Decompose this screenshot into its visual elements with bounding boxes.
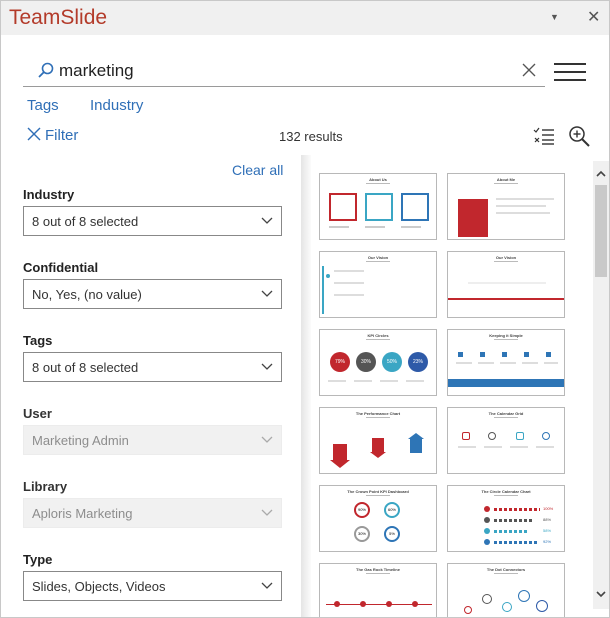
slide-thumbnail[interactable]: The Crown Point KPI Dashboard 90% 60% 30…	[319, 485, 437, 552]
user-value: Marketing Admin	[32, 433, 129, 448]
slide-thumbnail[interactable]: Our Vision	[447, 251, 565, 318]
library-dropdown: Aploris Marketing	[23, 498, 282, 528]
search-input[interactable]	[59, 59, 499, 83]
industry-label: Industry	[23, 187, 75, 202]
slide-title: About Us	[369, 177, 387, 182]
slide-title: The Gas Rock Timeline	[356, 567, 400, 572]
slide-thumbnail[interactable]: The Circle Calendar Chart 100% 88% 58% 9…	[447, 485, 565, 552]
filter-label: Filter	[45, 127, 79, 144]
slide-title: About Me	[496, 177, 516, 182]
tab-industry[interactable]: Industry	[90, 97, 143, 114]
library-label: Library	[23, 479, 68, 494]
slide-thumbnail[interactable]: The Dot Connectors	[447, 563, 565, 617]
slide-thumbnail[interactable]: The Performance Chart	[319, 407, 437, 474]
chevron-down-icon[interactable]	[596, 589, 606, 599]
slide-title: KPI Circles	[367, 333, 389, 338]
type-label: Type	[23, 552, 53, 567]
slide-thumbnail[interactable]: KPI Circles 79% 30% 50% 23%	[319, 329, 437, 396]
confidential-value: No, Yes, (no value)	[32, 287, 142, 302]
search-bar	[23, 57, 545, 87]
industry-dropdown[interactable]: 8 out of 8 selected	[23, 206, 282, 236]
results-count: 132 results	[279, 129, 343, 144]
chevron-down-icon	[261, 509, 273, 516]
type-value: Slides, Objects, Videos	[32, 579, 166, 594]
caret-down-icon[interactable]: ▼	[550, 12, 559, 22]
results-scrollbar[interactable]	[593, 161, 609, 609]
chevron-down-icon	[261, 217, 273, 224]
slide-title: The Circle Calendar Chart	[481, 489, 531, 494]
slide-thumbnail[interactable]: Keeping it Simple	[447, 329, 565, 396]
panel-divider	[301, 155, 311, 617]
slide-thumbnail[interactable]: About Me	[447, 173, 565, 240]
close-icon	[27, 127, 41, 141]
slide-title: Our Vision	[367, 255, 389, 260]
teamslide-window: TeamSlide ▼ ✕ Tags Industry Filter 132 r…	[0, 0, 610, 618]
tags-label: Tags	[23, 333, 53, 348]
tab-tags[interactable]: Tags	[27, 97, 59, 114]
library-value: Aploris Marketing	[32, 506, 133, 521]
chevron-down-icon	[261, 290, 273, 297]
confidential-dropdown[interactable]: No, Yes, (no value)	[23, 279, 282, 309]
slide-title: The Dot Connectors	[486, 567, 526, 572]
clear-icon[interactable]	[521, 62, 537, 78]
slide-thumbnail[interactable]: The Calendar Grid	[447, 407, 565, 474]
app-title: TeamSlide	[9, 6, 108, 29]
hamburger-menu-icon[interactable]	[554, 63, 586, 83]
slide-title: The Crown Point KPI Dashboard	[347, 489, 409, 494]
user-dropdown: Marketing Admin	[23, 425, 282, 455]
slide-title: Our Vision	[495, 255, 517, 260]
filter-button[interactable]: Filter	[27, 127, 78, 144]
slide-thumbnail[interactable]: About Us	[319, 173, 437, 240]
chevron-down-icon	[261, 582, 273, 589]
tags-dropdown[interactable]: 8 out of 8 selected	[23, 352, 282, 382]
chevron-up-icon[interactable]	[596, 169, 606, 179]
close-icon[interactable]: ✕	[587, 7, 600, 27]
slide-thumbnail[interactable]: The Gas Rock Timeline	[319, 563, 437, 617]
confidential-label: Confidential	[23, 260, 99, 275]
tags-value: 8 out of 8 selected	[32, 360, 139, 375]
slide-title: The Calendar Grid	[488, 411, 524, 416]
zoom-in-icon[interactable]	[568, 125, 590, 147]
user-label: User	[23, 406, 52, 421]
search-icon	[38, 62, 54, 78]
title-bar: TeamSlide ▼ ✕	[1, 1, 609, 35]
checklist-icon[interactable]	[533, 126, 555, 146]
scrollbar-thumb[interactable]	[595, 185, 607, 277]
chevron-down-icon	[261, 363, 273, 370]
chevron-down-icon	[261, 436, 273, 443]
slide-title: The Performance Chart	[355, 411, 401, 416]
slide-title: Keeping it Simple	[489, 333, 523, 338]
type-dropdown[interactable]: Slides, Objects, Videos	[23, 571, 282, 601]
industry-value: 8 out of 8 selected	[32, 214, 139, 229]
slide-thumbnail[interactable]: Our Vision	[319, 251, 437, 318]
clear-all-link[interactable]: Clear all	[232, 162, 283, 178]
